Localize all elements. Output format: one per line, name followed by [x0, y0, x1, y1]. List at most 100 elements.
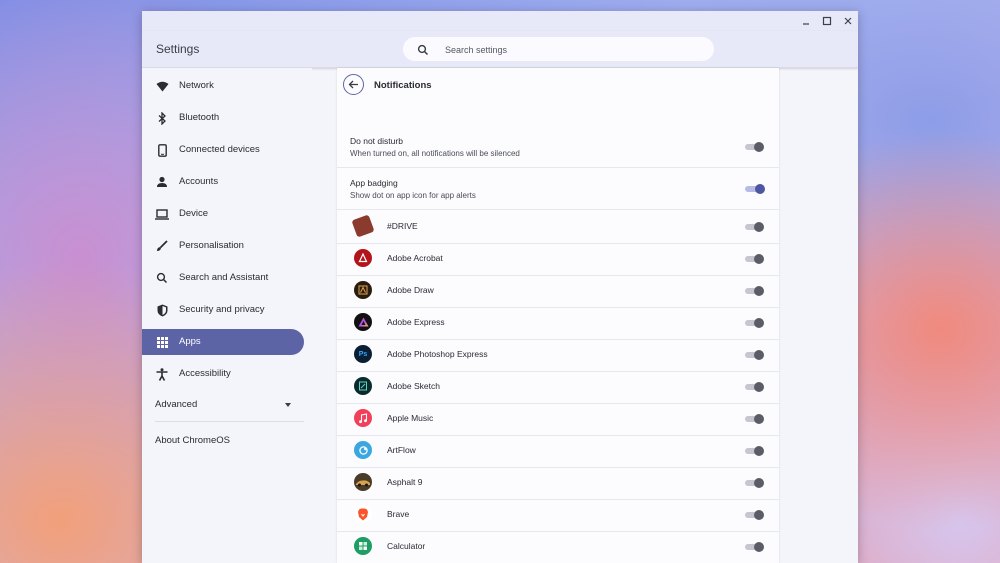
- bluetooth-icon: [155, 111, 169, 125]
- app-name: ArtFlow: [387, 445, 416, 455]
- sidebar-item-label: Apps: [179, 336, 201, 347]
- asphalt-9-icon: [354, 473, 372, 491]
- app-notification-toggle[interactable]: [744, 318, 765, 328]
- photoshop-express-icon: Ps: [354, 345, 372, 363]
- sidebar-item-label: Device: [179, 208, 209, 219]
- app-row-artflow: ArtFlow: [337, 435, 779, 467]
- app-notification-toggle[interactable]: [744, 382, 765, 392]
- person-icon: [155, 175, 169, 189]
- sidebar-item-device[interactable]: Device: [142, 201, 304, 227]
- sidebar-divider: [155, 421, 304, 422]
- brush-icon: [155, 239, 169, 253]
- app-row-apple-music: Apple Music: [337, 403, 779, 435]
- laptop-icon: [155, 207, 169, 221]
- app-name: Adobe Draw: [387, 285, 434, 295]
- sidebar-item-apps[interactable]: Apps: [142, 329, 304, 355]
- apple-music-icon: [354, 409, 372, 427]
- app-row-asphalt-9: Asphalt 9: [337, 467, 779, 499]
- sidebar-item-search-assistant[interactable]: Search and Assistant: [142, 265, 304, 291]
- title-bar: [142, 11, 858, 31]
- app-badging-toggle[interactable]: [744, 184, 765, 194]
- app-name: Asphalt 9: [387, 477, 423, 487]
- chevron-down-icon[interactable]: [285, 403, 291, 407]
- app-name: Adobe Acrobat: [387, 253, 443, 263]
- sidebar-item-personalisation[interactable]: Personalisation: [142, 233, 304, 259]
- search-icon: [417, 43, 429, 61]
- app-name: Apple Music: [387, 413, 434, 423]
- brave-icon: [354, 505, 372, 523]
- arrow-left-icon: [348, 80, 358, 89]
- app-notification-toggle[interactable]: [744, 254, 765, 264]
- setting-subtitle: When turned on, all notifications will b…: [350, 149, 520, 158]
- row-divider: [337, 209, 779, 210]
- app-name: Adobe Sketch: [387, 381, 440, 391]
- sidebar-item-accounts[interactable]: Accounts: [142, 169, 304, 195]
- app-name: #DRIVE: [387, 221, 418, 231]
- sidebar-item-label: Personalisation: [179, 240, 244, 251]
- sidebar-item-accessibility[interactable]: Accessibility: [142, 361, 304, 387]
- sidebar-item-about-chromeos[interactable]: About ChromeOS: [155, 435, 230, 446]
- wifi-icon: [155, 79, 169, 93]
- do-not-disturb-toggle[interactable]: [744, 142, 765, 152]
- sidebar-item-bluetooth[interactable]: Bluetooth: [142, 105, 304, 131]
- app-row-adobe-sketch: Adobe Sketch: [337, 371, 779, 403]
- sidebar-item-label: Search and Assistant: [179, 272, 269, 283]
- app-row-brave: Brave: [337, 499, 779, 531]
- app-notification-toggle[interactable]: [744, 222, 765, 232]
- minimize-icon[interactable]: [798, 13, 814, 29]
- sidebar-item-connected-devices[interactable]: Connected devices: [142, 137, 304, 163]
- phone-icon: [155, 143, 169, 157]
- apps-grid-icon: [155, 335, 169, 349]
- drive-game-icon: [351, 214, 375, 238]
- sidebar-item-label: Bluetooth: [179, 112, 220, 123]
- app-row-adobe-photoshop-express: Ps Adobe Photoshop Express: [337, 339, 779, 371]
- app-name: Calculator: [387, 541, 426, 551]
- sidebar-nav: Network Bluetooth Connected devices Acco…: [142, 68, 312, 563]
- setting-title: App badging: [350, 178, 398, 188]
- search-input[interactable]: [443, 40, 697, 60]
- search-box[interactable]: [403, 37, 714, 61]
- app-name: Brave: [387, 509, 410, 519]
- acrobat-icon: [354, 249, 372, 267]
- artflow-icon: [354, 441, 372, 459]
- sidebar-item-label: Accessibility: [179, 368, 231, 379]
- advanced-toggle[interactable]: Advanced: [155, 399, 197, 410]
- app-notification-toggle[interactable]: [744, 510, 765, 520]
- app-row-adobe-draw: Adobe Draw: [337, 275, 779, 307]
- adobe-draw-icon: [354, 281, 372, 299]
- settings-window: Settings Network Bluetooth Connected dev…: [142, 11, 858, 563]
- search-icon: [155, 271, 169, 285]
- shield-icon: [155, 303, 169, 317]
- sidebar-item-label: Connected devices: [179, 144, 260, 155]
- sidebar-item-label: Accounts: [179, 176, 219, 187]
- accessibility-icon: [155, 367, 169, 381]
- app-row-adobe-express: Adobe Express: [337, 307, 779, 339]
- app-notification-toggle[interactable]: [744, 414, 765, 424]
- sidebar-item-label: Network: [179, 80, 214, 91]
- adobe-sketch-icon: [354, 377, 372, 395]
- close-icon[interactable]: [840, 13, 856, 29]
- maximize-icon[interactable]: [819, 13, 835, 29]
- notifications-panel: Notifications Do not disturb When turned…: [337, 68, 779, 563]
- sidebar-item-network[interactable]: Network: [142, 73, 304, 99]
- setting-subtitle: Show dot on app icon for app alerts: [350, 191, 476, 200]
- app-notification-toggle[interactable]: [744, 446, 765, 456]
- calculator-icon: [354, 537, 372, 555]
- adobe-express-icon: [354, 313, 372, 331]
- setting-title: Do not disturb: [350, 136, 403, 146]
- app-notification-toggle[interactable]: [744, 478, 765, 488]
- sidebar-item-label: Security and privacy: [179, 304, 265, 315]
- back-button[interactable]: [343, 74, 364, 95]
- app-row-adobe-acrobat: Adobe Acrobat: [337, 243, 779, 275]
- app-name: Adobe Express: [387, 317, 445, 327]
- app-notification-toggle[interactable]: [744, 350, 765, 360]
- row-divider: [337, 167, 779, 168]
- app-notification-toggle[interactable]: [744, 286, 765, 296]
- sidebar-item-security-privacy[interactable]: Security and privacy: [142, 297, 304, 323]
- app-notification-toggle[interactable]: [744, 542, 765, 552]
- app-title: Settings: [156, 42, 200, 56]
- page-title: Notifications: [374, 80, 432, 91]
- app-row-drive: #DRIVE: [337, 211, 779, 243]
- settings-header: Settings: [142, 31, 858, 68]
- app-row-calculator: Calculator: [337, 531, 779, 563]
